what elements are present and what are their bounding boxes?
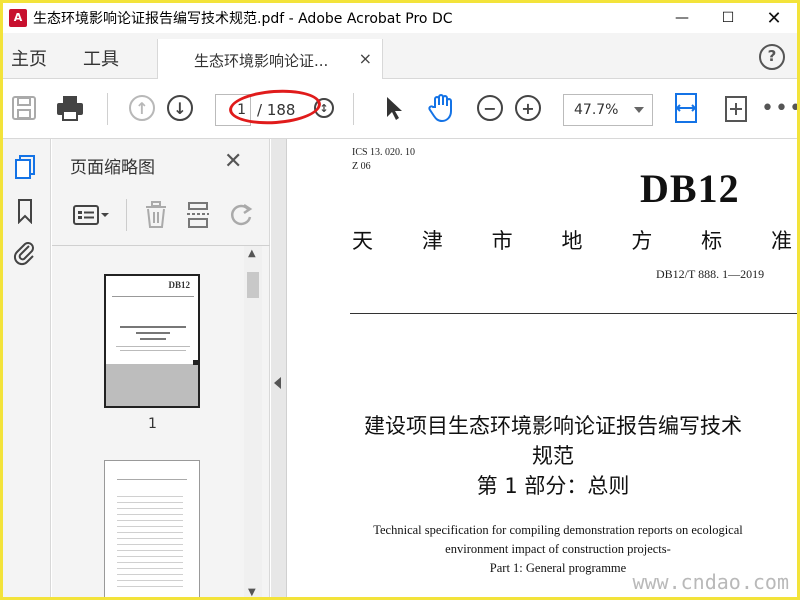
site-watermark: www.cndao.com	[632, 570, 789, 594]
panel-title: 页面缩略图	[70, 158, 155, 178]
header-rule	[350, 313, 797, 314]
z-code: Z 06	[352, 161, 371, 172]
thumb1-text-line	[116, 346, 190, 347]
thumb1-rule	[112, 296, 194, 297]
issuer-line: 天 津 市 地 方 标 准	[352, 225, 792, 255]
rotate-page-icon[interactable]	[228, 201, 254, 233]
menu-bar: 主页 工具 生态环境影响论证... × ?	[3, 33, 797, 79]
bookmark-icon[interactable]	[11, 197, 39, 225]
help-button[interactable]: ?	[759, 44, 785, 70]
thumb1-text-line	[120, 350, 186, 351]
insert-page-icon[interactable]	[186, 201, 212, 233]
ics-code: ICS 13. 020. 10	[352, 147, 416, 158]
chevron-down-icon	[634, 107, 644, 113]
delete-page-icon[interactable]	[144, 201, 168, 233]
document-tab-label: 生态环境影响论证...	[194, 52, 329, 70]
acrobat-window: A 生态环境影响论证报告编写技术规范.pdf - Adobe Acrobat P…	[0, 0, 800, 600]
close-panel-icon[interactable]: ✕	[224, 149, 242, 174]
thumbnails-panel: 页面缩略图 ✕ DB12 1 ▲ ▼	[52, 139, 270, 597]
toolbar: ↑ ↓ 1 / 188 ↕ − + 47.7% •••	[3, 79, 797, 139]
home-tab[interactable]: 主页	[11, 45, 47, 71]
issuer-char: 市	[491, 229, 513, 253]
thumbnail-scrollbar[interactable]: ▲ ▼	[244, 246, 262, 597]
issuer-char: 天	[352, 229, 373, 253]
panel-collapse-handle[interactable]	[271, 139, 287, 597]
previous-page-icon[interactable]: ↑	[127, 93, 157, 123]
rotate-view-icon[interactable]	[721, 93, 751, 123]
acrobat-app-icon: A	[9, 9, 27, 27]
panel-toolbar-separator	[126, 199, 127, 231]
scrollbar-thumb[interactable]	[247, 272, 259, 298]
hand-tool-icon[interactable]	[427, 93, 457, 123]
page-thumbnails-icon[interactable]	[11, 153, 39, 181]
window-title: 生态环境影响论证报告编写技术规范.pdf - Adobe Acrobat Pro…	[33, 11, 453, 27]
page-thumbnail-1[interactable]: DB12	[104, 274, 200, 408]
standard-number: DB12/T 888. 1—2019	[656, 267, 765, 281]
english-title-line-1: Technical specification for compiling de…	[373, 523, 743, 537]
chinese-part-title: 第 1 部分：总则	[476, 474, 630, 498]
title-bar: A 生态环境影响论证报告编写技术规范.pdf - Adobe Acrobat P…	[3, 3, 797, 33]
tools-tab[interactable]: 工具	[83, 45, 119, 71]
zoom-select[interactable]: 47.7%	[563, 94, 653, 126]
issuer-char: 地	[561, 229, 583, 253]
next-page-icon[interactable]: ↓	[165, 93, 195, 123]
english-title-line-2: environment impact of construction proje…	[445, 542, 671, 556]
issuer-char: 准	[770, 229, 792, 253]
red-annotation-ellipse	[227, 86, 323, 128]
close-window-button[interactable]: ✕	[751, 3, 797, 33]
chinese-title-line-2: 规范	[532, 444, 574, 468]
issuer-char: 方	[631, 229, 653, 253]
issuer-char: 津	[421, 229, 443, 253]
scroll-down-icon[interactable]: ▼	[248, 587, 256, 597]
toolbar-separator	[353, 93, 354, 125]
panel-toolbar	[52, 195, 270, 235]
standard-code: DB12	[640, 166, 740, 211]
thumbnail-list: DB12 1	[52, 246, 242, 597]
page-thumbnail-2[interactable]	[104, 460, 200, 597]
zoom-value: 47.7%	[574, 102, 619, 118]
select-cursor-icon[interactable]	[379, 93, 409, 123]
chinese-title: 建设项目生态环境影响论证报告编写技术 规范 第 1 部分：总则	[328, 411, 778, 501]
attachment-icon[interactable]	[11, 239, 39, 267]
thumb2-toc-lines	[117, 491, 183, 591]
thumb1-title-line	[136, 332, 170, 334]
thumbnail-page-number: 1	[148, 416, 157, 432]
document-tab[interactable]: 生态环境影响论证... ×	[157, 39, 383, 79]
chinese-title-line-1: 建设项目生态环境影响论证报告编写技术	[364, 414, 742, 438]
minimize-button[interactable]: —	[659, 3, 705, 33]
document-view[interactable]: ICS 13. 020. 10 Z 06 DB12 天 津 市 地 方 标 准 …	[288, 139, 797, 597]
navigation-rail	[3, 139, 51, 597]
thumb1-resize-handle[interactable]	[193, 360, 198, 365]
thumb1-code: DB12	[168, 280, 190, 290]
zoom-out-icon[interactable]: −	[475, 93, 505, 123]
thumb1-title-line	[120, 326, 186, 328]
fit-width-icon[interactable]	[671, 93, 701, 123]
window-controls: — ☐ ✕	[659, 3, 797, 33]
issuer-char: 标	[701, 229, 723, 253]
thumb1-title-line	[140, 338, 166, 340]
scroll-up-icon[interactable]: ▲	[248, 248, 256, 259]
thumb2-rule	[117, 479, 187, 480]
more-tools-icon[interactable]: •••	[761, 93, 797, 123]
zoom-in-icon[interactable]: +	[513, 93, 543, 123]
document-tab-close-icon[interactable]: ×	[359, 49, 372, 68]
thumb1-shaded-area	[106, 364, 198, 406]
save-icon[interactable]	[9, 93, 39, 123]
print-icon[interactable]	[55, 93, 85, 123]
maximize-button[interactable]: ☐	[705, 3, 751, 33]
chevron-left-icon	[274, 377, 281, 389]
toolbar-separator	[107, 93, 108, 125]
thumbnail-options-icon[interactable]	[72, 203, 110, 231]
